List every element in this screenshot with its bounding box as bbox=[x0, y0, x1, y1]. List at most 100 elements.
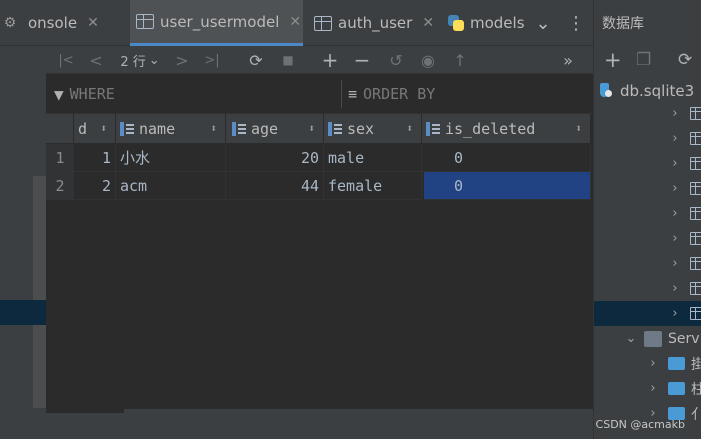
row-number-header bbox=[46, 114, 74, 143]
sort-icon[interactable]: ⬍ bbox=[575, 122, 582, 135]
chevron-right-icon: › bbox=[650, 381, 656, 396]
refresh-icon: ⟳ bbox=[249, 50, 263, 70]
rows-count-dropdown[interactable]: 2 行 ⌄ bbox=[116, 46, 164, 74]
table-icon bbox=[136, 14, 154, 29]
stop-button[interactable]: ■ bbox=[276, 46, 300, 74]
tab-models[interactable]: models bbox=[444, 0, 528, 46]
chevron-right-icon: › bbox=[672, 156, 678, 171]
row-number[interactable]: 1 bbox=[46, 144, 74, 172]
left-scrollbar[interactable] bbox=[33, 176, 46, 408]
tab-label: models bbox=[470, 14, 525, 32]
table-cell[interactable]: 44 bbox=[226, 172, 324, 200]
tab-label: onsole bbox=[28, 14, 78, 32]
sort-icon[interactable]: ⬍ bbox=[210, 122, 217, 135]
filter-icon: ▼ bbox=[54, 84, 64, 104]
tree-table-node[interactable]: › bbox=[594, 251, 701, 276]
chevron-down-icon: ⌄ bbox=[535, 12, 551, 34]
chevron-right-icon: › bbox=[672, 106, 678, 121]
folder-icon bbox=[668, 357, 685, 370]
where-filter-input[interactable]: ▼ WHERE bbox=[54, 74, 340, 114]
table-cell[interactable]: female bbox=[324, 172, 422, 200]
plus-icon: + bbox=[604, 48, 622, 72]
tree-table-node[interactable]: › bbox=[594, 201, 701, 226]
tree-server-node[interactable]: ⌄ Serv bbox=[594, 326, 701, 351]
tab-console[interactable]: onsole ✕ bbox=[24, 0, 128, 46]
close-icon[interactable]: ✕ bbox=[87, 15, 99, 31]
chevron-right-icon: › bbox=[672, 306, 678, 321]
tab-label: user_usermodel bbox=[160, 12, 280, 31]
copy-button[interactable]: ❐ bbox=[636, 46, 651, 74]
tree-table-node[interactable]: › bbox=[594, 126, 701, 151]
revert-button[interactable]: ↺ bbox=[384, 46, 408, 74]
tree-folder-node[interactable]: › 柱 bbox=[594, 376, 701, 401]
column-label: sex bbox=[347, 119, 375, 138]
column-header-name[interactable]: name ⬍ bbox=[116, 114, 226, 143]
order-by-input[interactable]: ≡ ORDER BY bbox=[348, 74, 588, 114]
close-icon[interactable]: ✕ bbox=[422, 15, 434, 31]
column-header-is-deleted[interactable]: is_deleted ⬍ bbox=[422, 114, 591, 143]
stop-icon: ■ bbox=[282, 53, 294, 67]
column-label: name bbox=[139, 119, 176, 138]
where-label: WHERE bbox=[69, 85, 115, 103]
refresh-icon: ⟳ bbox=[678, 50, 693, 70]
tree-table-node[interactable]: › bbox=[594, 301, 701, 326]
tab-user-usermodel[interactable]: user_usermodel ✕ bbox=[130, 0, 303, 46]
tree-table-node[interactable]: › bbox=[594, 276, 701, 301]
submit-button[interactable]: ↑ bbox=[448, 46, 472, 74]
sort-icon[interactable]: ⬍ bbox=[308, 122, 315, 135]
tree-datasource[interactable]: db.sqlite3 bbox=[594, 78, 701, 103]
first-page-button[interactable]: |< bbox=[54, 46, 78, 74]
column-header-id[interactable]: d ⬍ bbox=[74, 114, 116, 143]
sort-icon[interactable]: ⬍ bbox=[406, 122, 413, 135]
tabs-more-button[interactable]: ⋮ bbox=[562, 0, 590, 46]
sort-icon[interactable]: ⬍ bbox=[100, 122, 107, 135]
table-cell[interactable]: 0 bbox=[422, 144, 591, 172]
add-datasource-button[interactable]: + bbox=[604, 46, 622, 74]
order-by-label: ORDER BY bbox=[363, 85, 436, 103]
tree-table-node[interactable]: › bbox=[594, 226, 701, 251]
tab-gear-partial[interactable]: ⚙ bbox=[0, 0, 20, 46]
table-cell[interactable]: 1 bbox=[74, 144, 116, 172]
table-icon bbox=[690, 257, 701, 270]
refresh-datasource-button[interactable]: ⟳ bbox=[678, 46, 692, 74]
row-number[interactable]: 2 bbox=[46, 172, 74, 200]
table-icon bbox=[690, 207, 701, 220]
column-label: d bbox=[78, 119, 88, 138]
bottom-bar bbox=[0, 413, 593, 439]
table-cell[interactable]: male bbox=[324, 144, 422, 172]
selected-table-cell[interactable]: 0 bbox=[424, 172, 591, 200]
column-header-sex[interactable]: sex ⬍ bbox=[324, 114, 422, 143]
chevron-right-icon: › bbox=[672, 231, 678, 246]
tab-auth-user[interactable]: auth_user ✕ bbox=[308, 0, 440, 46]
last-page-button[interactable]: >| bbox=[200, 46, 224, 74]
last-page-icon: >| bbox=[204, 52, 220, 68]
delete-row-button[interactable]: − bbox=[350, 46, 374, 74]
tabs-overflow-button[interactable]: ⌄ bbox=[528, 0, 558, 46]
table-cell[interactable]: acm bbox=[116, 172, 226, 200]
column-header-age[interactable]: age ⬍ bbox=[226, 114, 324, 143]
toolbar-overflow-button[interactable]: » bbox=[554, 46, 582, 74]
add-row-button[interactable]: + bbox=[318, 46, 342, 74]
column-icon bbox=[120, 121, 134, 136]
tree-table-node[interactable]: › bbox=[594, 151, 701, 176]
column-icon bbox=[328, 121, 342, 136]
table-cell[interactable]: 2 bbox=[74, 172, 116, 200]
tree-table-node[interactable]: › bbox=[594, 101, 701, 126]
next-page-button[interactable]: > bbox=[170, 46, 194, 74]
server-node-label: Serv bbox=[668, 330, 700, 347]
preview-changes-button[interactable]: ◉ bbox=[416, 46, 440, 74]
table-cell[interactable]: 20 bbox=[226, 144, 324, 172]
refresh-button[interactable]: ⟳ bbox=[244, 46, 268, 74]
database-panel: 数据库 + ❐ ⟳ db.sqlite3 › › › › › › › › › ⌄ Serv › … bbox=[593, 0, 701, 439]
chevron-right-icon: › bbox=[672, 206, 678, 221]
table-icon bbox=[690, 182, 701, 195]
sqlite-icon bbox=[598, 82, 614, 99]
tree-folder-node[interactable]: › 掛 bbox=[594, 351, 701, 376]
left-gutter bbox=[0, 0, 46, 439]
arrow-up-icon: ↑ bbox=[453, 50, 467, 70]
close-icon[interactable]: ✕ bbox=[289, 14, 301, 30]
folder-label: 柱 bbox=[691, 381, 701, 398]
prev-page-button[interactable]: < bbox=[84, 46, 108, 74]
table-cell[interactable]: 小水 bbox=[116, 144, 226, 172]
tree-table-node[interactable]: › bbox=[594, 176, 701, 201]
